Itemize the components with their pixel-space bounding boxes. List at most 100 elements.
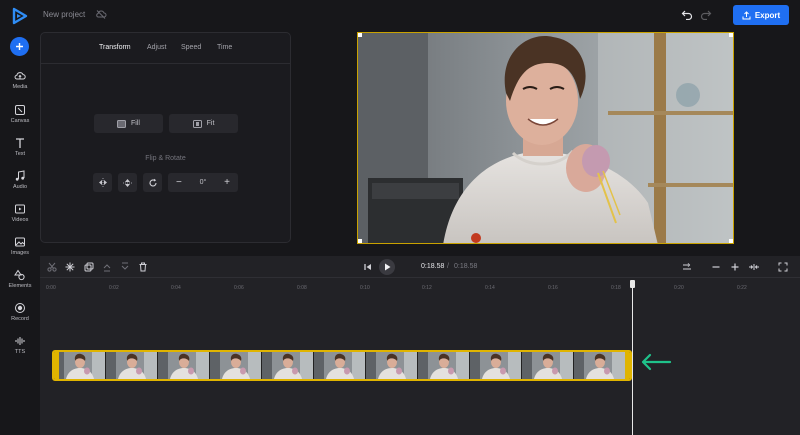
clip-trim-handle-right[interactable] — [625, 352, 630, 379]
sidebar-item-canvas[interactable]: Canvas — [0, 104, 40, 124]
clip-thumbnail — [210, 352, 262, 379]
clip-thumbnail — [366, 352, 418, 379]
sidebar-item-images[interactable]: Images — [0, 236, 40, 256]
minus-icon[interactable]: − — [176, 177, 182, 188]
canvas-icon — [15, 105, 25, 115]
fullscreen-icon[interactable] — [778, 262, 788, 272]
timeline: 0:18.58 / 0:18.58 0:00 0:02 0:04 0:06 0:… — [40, 256, 800, 435]
undo-icon[interactable] — [681, 8, 693, 20]
redo-icon[interactable] — [700, 8, 712, 20]
duplicate-icon[interactable] — [84, 262, 94, 272]
rotation-stepper[interactable]: − 0° + — [168, 173, 238, 192]
timeline-ruler[interactable]: 0:00 0:02 0:04 0:06 0:08 0:10 0:12 0:14 … — [40, 279, 800, 293]
rotate-button[interactable] — [143, 173, 162, 192]
tab-speed[interactable]: Speed — [181, 44, 201, 51]
current-time: 0:18.58 — [421, 263, 445, 270]
delete-icon[interactable] — [138, 262, 148, 272]
panel-tabs: Transform Adjust Speed Time — [41, 33, 290, 64]
clip-trim-handle-left[interactable] — [54, 352, 59, 379]
tab-transform[interactable]: Transform — [99, 44, 131, 51]
export-button[interactable]: Export — [733, 5, 789, 25]
sidebar-item-label: Media — [12, 84, 28, 90]
playhead[interactable] — [632, 284, 633, 435]
export-icon — [742, 10, 751, 19]
fit-timeline-icon[interactable] — [682, 262, 692, 272]
clip-thumbnail — [314, 352, 366, 379]
timeline-toolbar: 0:18.58 / 0:18.58 — [40, 256, 800, 278]
freeze-icon[interactable] — [65, 262, 75, 272]
ruler-tick: 0:12 — [422, 285, 432, 291]
clip-thumbnail — [262, 352, 314, 379]
sidebar-item-label: Text — [14, 151, 26, 157]
clip-thumbnail — [106, 352, 158, 379]
zoom-in-icon[interactable] — [730, 262, 740, 272]
project-title[interactable]: New project — [43, 10, 85, 19]
fill-button[interactable]: Fill — [94, 114, 163, 133]
fill-label: Fill — [131, 120, 140, 127]
resize-handle-top-right[interactable] — [729, 33, 733, 37]
cloud-sync-icon — [96, 10, 107, 19]
fit-button[interactable]: Fit — [169, 114, 238, 133]
resize-handle-top-left[interactable] — [358, 33, 362, 37]
rotate-icon — [149, 178, 157, 187]
ruler-tick: 0:00 — [46, 285, 56, 291]
playhead-handle[interactable] — [630, 280, 635, 288]
sidebar-item-label: Canvas — [10, 118, 30, 124]
total-time: 0:18.58 — [454, 263, 478, 270]
export-label: Export — [754, 10, 781, 20]
waveform-icon — [15, 337, 25, 345]
sidebar-item-tts[interactable]: TTS — [0, 335, 40, 355]
fit-label: Fit — [206, 120, 215, 127]
ruler-tick: 0:20 — [674, 285, 684, 291]
app-logo-icon[interactable] — [11, 7, 29, 25]
scissors-icon[interactable] — [47, 262, 57, 272]
play-button[interactable] — [379, 259, 395, 275]
video-editor-app: New project Export Media Canvas Text Aud… — [0, 0, 800, 435]
move-down-icon[interactable] — [120, 262, 130, 272]
sidebar-item-record[interactable]: Record — [0, 302, 40, 322]
sidebar-item-text[interactable]: Text — [0, 137, 40, 157]
video-clip[interactable] — [52, 350, 632, 381]
clip-thumbnail — [418, 352, 470, 379]
flip-rotate-label: Flip & Rotate — [145, 155, 186, 162]
clip-thumbnail — [158, 352, 210, 379]
image-icon — [15, 237, 25, 247]
sidebar-item-label: TTS — [14, 349, 26, 355]
sidebar-item-videos[interactable]: Videos — [0, 203, 40, 223]
play-icon — [384, 263, 390, 271]
flip-horizontal-icon — [98, 178, 107, 187]
flip-vertical-button[interactable] — [118, 173, 137, 192]
video-preview[interactable] — [357, 32, 734, 244]
rotation-value[interactable]: 0° — [200, 179, 207, 186]
ruler-tick: 0:10 — [360, 285, 370, 291]
clip-thumbnail — [54, 352, 106, 379]
flip-horizontal-button[interactable] — [93, 173, 112, 192]
text-icon — [16, 138, 24, 148]
zoom-out-icon[interactable] — [711, 262, 721, 272]
fill-icon — [117, 119, 127, 128]
ruler-tick: 0:22 — [737, 285, 747, 291]
plus-icon — [16, 43, 23, 50]
plus-icon[interactable]: + — [224, 177, 230, 188]
resize-handle-bottom-right[interactable] — [729, 239, 733, 243]
sidebar-item-label: Videos — [11, 217, 29, 223]
tab-adjust[interactable]: Adjust — [147, 44, 166, 51]
tab-time[interactable]: Time — [217, 44, 232, 51]
cloud-upload-icon — [14, 72, 26, 80]
annotation-arrow-icon — [641, 353, 672, 371]
ruler-tick: 0:06 — [234, 285, 244, 291]
skip-back-icon[interactable] — [363, 262, 373, 272]
sidebar-item-media[interactable]: Media — [0, 70, 40, 90]
ruler-tick: 0:16 — [548, 285, 558, 291]
left-sidebar: Media Canvas Text Audio Videos Images El… — [0, 30, 40, 435]
video-icon — [15, 204, 25, 214]
collapse-gaps-icon[interactable] — [748, 262, 760, 272]
sidebar-item-label: Audio — [12, 184, 28, 190]
sidebar-item-elements[interactable]: Elements — [0, 269, 40, 289]
shapes-icon — [14, 269, 25, 281]
sidebar-item-label: Record — [11, 316, 29, 322]
move-up-icon[interactable] — [102, 262, 112, 272]
add-media-button[interactable] — [10, 37, 29, 56]
sidebar-item-audio[interactable]: Audio — [0, 170, 40, 190]
resize-handle-bottom-left[interactable] — [358, 239, 362, 243]
